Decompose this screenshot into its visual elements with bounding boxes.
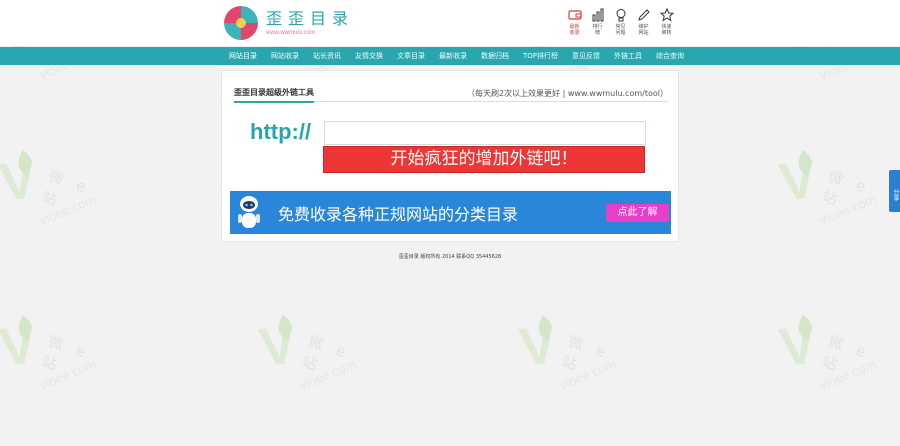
quick-link-fast-review[interactable]: 快速审核 (655, 8, 678, 36)
watermark: V微e站vioee.com (0, 148, 120, 230)
site-logo[interactable]: 歪歪目录 www.wwmulu.com (224, 6, 354, 40)
panel-note: （每天刷2次以上效果更好 | www.wwmulu.com/tool） (466, 89, 668, 98)
watermark: V微e站vioee.com (516, 314, 640, 395)
nav-item[interactable]: 数据归档 (474, 51, 516, 61)
watermark-text: 微e站 (39, 332, 102, 379)
bar-chart-icon (592, 8, 603, 22)
watermark-text: 微e站 (559, 332, 622, 379)
watermark-v-glyph: V (516, 313, 561, 379)
watermark-url: vioee.com (817, 356, 878, 393)
watermark-url: vioee.com (37, 356, 98, 393)
watermark-v-glyph: V (0, 148, 41, 214)
lightbulb-icon (616, 9, 625, 22)
promo-banner[interactable]: 免费收录各种正规网站的分类目录 点此了解 (230, 191, 671, 234)
watermark-url: vioee.com (297, 356, 358, 393)
watermark-text: 微e站 (299, 332, 362, 379)
robot-icon (238, 196, 260, 228)
quick-link-label: 排行榜 (592, 24, 603, 36)
quick-link-maintain[interactable]: 维护网站 (632, 8, 655, 36)
watermark-v-glyph: V (256, 313, 301, 379)
logo-title: 歪歪目录 (266, 9, 355, 28)
logo-subtitle: www.wwmulu.com (266, 30, 316, 36)
start-links-button[interactable]: 开始疯狂的增加外链吧！ (323, 146, 645, 173)
url-input[interactable] (324, 121, 646, 145)
nav-item[interactable]: 站长资讯 (306, 51, 348, 61)
watermark-url: vioee.com (557, 356, 618, 393)
site-header: 歪歪目录 www.wwmulu.com 最新收录 排行榜 常见问题 维护网站 快… (0, 0, 900, 46)
top-quick-links: 最新收录 排行榜 常见问题 维护网站 快速审核 (563, 8, 678, 36)
wallet-icon (567, 10, 582, 20)
watermark-url: vioee.com (817, 191, 878, 228)
nav-item[interactable]: 文章目录 (390, 51, 432, 61)
nav-item[interactable]: 最新收录 (432, 51, 474, 61)
watermark-v-glyph: V (776, 313, 821, 379)
star-icon (659, 8, 674, 22)
watermark-v-glyph: V (776, 148, 821, 214)
nav-item[interactable]: 意见反馈 (565, 51, 607, 61)
quick-link-label: 常见问题 (615, 24, 626, 36)
leaf-icon (14, 315, 36, 341)
watermark-text: 微e站 (819, 332, 882, 379)
nav-item[interactable]: TOP排行榜 (516, 51, 565, 61)
watermark-text: 微e站 (819, 167, 882, 214)
footer-copyright: 歪歪目录 版权所有 2014 联系QQ 35445628 (398, 254, 502, 260)
watermark: V微e站vioee.com (776, 149, 900, 230)
quick-link-label: 快速审核 (661, 24, 672, 36)
pencil-icon (637, 9, 650, 21)
logo-emblem-icon (224, 6, 258, 40)
watermark: V微e站vioee.com (776, 314, 900, 395)
quick-link-faq[interactable]: 常见问题 (609, 8, 632, 36)
nav-item[interactable]: 友情交换 (348, 51, 390, 61)
quick-link-ranking[interactable]: 排行榜 (586, 8, 609, 36)
panel-header: 歪歪目录超级外链工具 （每天刷2次以上效果更好 | www.wwmulu.com… (234, 86, 668, 103)
main-nav: 网站目录 网站收录 站长资讯 友情交换 文章目录 最新收录 数据归档 TOP排行… (0, 47, 900, 65)
leaf-icon (14, 150, 36, 176)
quick-link-label: 维护网站 (638, 24, 649, 36)
leaf-icon (794, 150, 816, 176)
nav-item[interactable]: 网站目录 (222, 51, 264, 61)
share-tab[interactable]: 分享 (889, 170, 900, 212)
banner-learn-more-button[interactable]: 点此了解 (606, 204, 669, 222)
panel-title: 歪歪目录超级外链工具 (234, 87, 314, 103)
banner-text: 免费收录各种正规网站的分类目录 (278, 205, 519, 224)
quick-link-label: 最新收录 (569, 24, 580, 36)
nav-item[interactable]: 网站收录 (264, 51, 306, 61)
watermark-v-glyph: V (0, 313, 41, 379)
nav-item[interactable]: 综合查询 (649, 51, 691, 61)
http-prefix-label: http:// (250, 119, 312, 144)
nav-item[interactable]: 外链工具 (607, 51, 649, 61)
watermark: V微e站vioee.com (0, 313, 120, 395)
leaf-icon (534, 315, 556, 341)
quick-link-latest[interactable]: 最新收录 (563, 8, 586, 36)
watermark-url: vioee.com (37, 191, 98, 228)
watermark: V微e站vioee.com (256, 314, 380, 395)
leaf-icon (794, 315, 816, 341)
tool-panel: 歪歪目录超级外链工具 （每天刷2次以上效果更好 | www.wwmulu.com… (221, 70, 679, 242)
leaf-icon (274, 315, 296, 341)
watermark-text: 微e站 (39, 167, 102, 214)
